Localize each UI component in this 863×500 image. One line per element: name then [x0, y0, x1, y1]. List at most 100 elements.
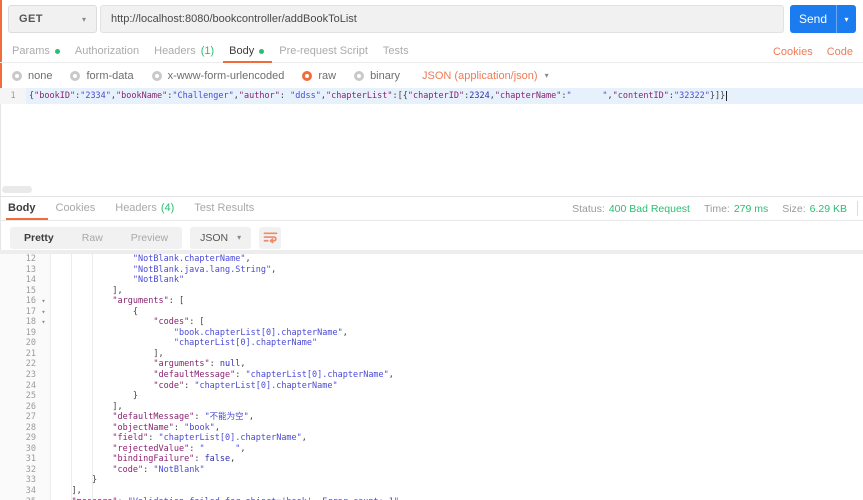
url-text: http://localhost:8080/bookcontroller/add…: [111, 13, 357, 25]
line-content: "defaultMessage": "不能为空",: [112, 412, 254, 423]
fold-gutter: [36, 349, 51, 360]
url-input[interactable]: http://localhost:8080/bookcontroller/add…: [100, 5, 784, 33]
code-line: 27 "defaultMessage": "不能为空",: [0, 412, 863, 423]
send-options-dropdown[interactable]: ▾: [836, 5, 856, 33]
response-format-dropdown[interactable]: JSON ▾: [190, 226, 252, 249]
line-content: "arguments": [: [112, 296, 185, 307]
code-line: 31 "bindingFailure": false,: [0, 454, 863, 465]
code-line: 29 "field": "chapterList[0].chapterName"…: [0, 433, 863, 444]
fold-gutter: [36, 497, 51, 500]
tab-tests[interactable]: Tests: [383, 40, 409, 63]
radio-icon: [70, 70, 81, 81]
mode-none[interactable]: none: [12, 70, 52, 82]
tab-pre-request-script[interactable]: Pre-request Script: [279, 40, 368, 63]
wrap-lines-button[interactable]: [259, 226, 282, 249]
view-mode-raw[interactable]: Raw: [68, 227, 117, 249]
code-link[interactable]: Code: [827, 46, 853, 58]
editor-horizontal-scrollbar[interactable]: [2, 186, 32, 193]
response-tab-body[interactable]: Body: [6, 197, 47, 220]
fold-gutter: [36, 328, 51, 339]
fold-gutter: [36, 381, 51, 392]
line-content: ],: [71, 486, 82, 497]
code-line: 12 "NotBlank.chapterName",: [0, 254, 863, 265]
line-number: 29: [25, 433, 36, 444]
content-type-dropdown[interactable]: JSON (application/json) ▾: [422, 70, 549, 82]
fold-gutter: [36, 265, 51, 276]
fold-gutter: [36, 359, 51, 370]
code-line: 17 ▾ {: [0, 307, 863, 318]
line-number: 16: [25, 296, 36, 307]
code-line: 35 "message": "Validation failed for obj…: [0, 497, 863, 500]
code-line: 26 ],: [0, 402, 863, 413]
fold-arrow-icon[interactable]: ▾: [36, 317, 51, 328]
response-panel: Body Cookies Headers (4) Test Results St…: [0, 196, 863, 500]
request-body-editor[interactable]: 1 {"bookID":"2334","bookName":"Challenge…: [0, 88, 863, 104]
fold-arrow-icon[interactable]: ▾: [36, 307, 51, 318]
line-number: 35: [0, 497, 36, 500]
send-button[interactable]: Send ▾: [790, 5, 856, 33]
code-line: 18 ▾ "codes": [: [0, 317, 863, 328]
view-mode-preview[interactable]: Preview: [117, 227, 182, 249]
fold-gutter: [36, 391, 51, 402]
fold-gutter: [36, 454, 51, 465]
response-tab-test-results[interactable]: Test Results: [194, 197, 254, 220]
response-tab-headers[interactable]: Headers (4): [115, 197, 174, 220]
tab-authorization[interactable]: Authorization: [75, 40, 139, 63]
tab-params[interactable]: Params: [12, 40, 60, 63]
fold-arrow-icon[interactable]: ▾: [36, 296, 51, 307]
fold-gutter: [36, 402, 51, 413]
cookies-link[interactable]: Cookies: [773, 46, 813, 58]
code-line: 15 ],: [0, 286, 863, 297]
send-label[interactable]: Send: [790, 5, 836, 33]
line-content: ],: [112, 401, 123, 412]
line-number: 13: [25, 264, 36, 275]
line-number: 18: [25, 317, 36, 328]
body-mode-selector: none form-data x-www-form-urlencoded raw…: [0, 64, 863, 87]
response-tab-cookies[interactable]: Cookies: [56, 197, 96, 220]
mode-binary[interactable]: binary: [354, 70, 400, 82]
mode-x-www-form-urlencoded[interactable]: x-www-form-urlencoded: [151, 70, 284, 82]
chevron-down-icon: ▾: [544, 71, 549, 80]
body-dot-indicator: [259, 49, 265, 54]
line-content: ],: [112, 285, 123, 296]
code-line: 14 "NotBlank": [0, 275, 863, 286]
fold-gutter: [36, 286, 51, 297]
response-tabs-divider: [0, 220, 863, 221]
line-content: "code": "chapterList[0].chapterName": [153, 380, 338, 391]
radio-icon: [354, 70, 365, 81]
postman-app: GET ▾ http://localhost:8080/bookcontroll…: [0, 0, 863, 500]
view-mode-segmented-control: Pretty Raw Preview: [10, 226, 183, 249]
line-number: 15: [25, 285, 36, 296]
code-line: 22 "arguments": null,: [0, 359, 863, 370]
line-number: 26: [25, 401, 36, 412]
line-number: 24: [25, 380, 36, 391]
fold-gutter: [36, 475, 51, 486]
code-line: 23 "defaultMessage": "chapterList[0].cha…: [0, 370, 863, 381]
method-dropdown[interactable]: GET ▾: [8, 5, 97, 33]
code-line: 21 ],: [0, 349, 863, 360]
line-content: "chapterList[0].chapterName": [173, 338, 318, 349]
line-content: }: [132, 391, 139, 402]
tab-headers[interactable]: Headers (1): [154, 40, 214, 63]
size-badge: Size: 6.29 KB: [782, 202, 847, 215]
radio-selected-icon: [302, 70, 313, 81]
line-number: 34: [25, 486, 36, 497]
line-number: 31: [25, 454, 36, 465]
request-body-line-content[interactable]: {"bookID":"2334","bookName":"Challenger"…: [26, 88, 863, 104]
code-line: 24 "code": "chapterList[0].chapterName": [0, 381, 863, 392]
line-content: }: [91, 475, 98, 486]
response-code-lines: 12 "NotBlank.chapterName", 13 "NotBlank.j…: [0, 254, 863, 500]
tab-body[interactable]: Body: [223, 40, 273, 63]
mode-form-data[interactable]: form-data: [70, 70, 134, 82]
line-content: "codes": [: [153, 317, 205, 328]
meta-right-divider: [857, 201, 858, 216]
line-number: 28: [25, 422, 36, 433]
mode-raw[interactable]: raw: [302, 70, 336, 82]
view-mode-pretty[interactable]: Pretty: [10, 227, 68, 249]
response-body-viewer[interactable]: 12 "NotBlank.chapterName", 13 "NotBlank.j…: [0, 254, 863, 500]
chevron-down-icon: ▾: [81, 14, 86, 24]
request-tabs: Params Authorization Headers (1) Body Pr…: [0, 40, 733, 63]
fold-gutter: [36, 338, 51, 349]
radio-icon: [151, 70, 162, 81]
fold-gutter: [36, 370, 51, 381]
